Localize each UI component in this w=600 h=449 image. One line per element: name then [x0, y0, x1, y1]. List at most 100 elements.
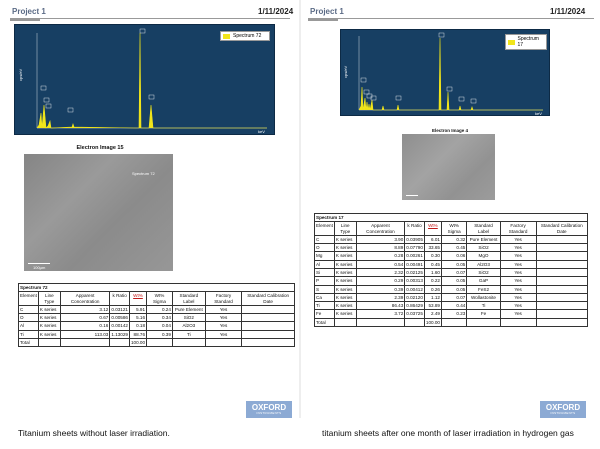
col-header: Apparent Concentration [59, 291, 111, 306]
table-cell: 0.86429 [404, 301, 425, 311]
col-header: Standard Label [171, 291, 206, 306]
table-cell: K series [333, 243, 357, 253]
table-cell: K series [37, 313, 61, 323]
spectrum-table: Spectrum 17 Element Line Type Apparent C… [314, 212, 589, 327]
table-cell: 0.03725 [404, 309, 425, 319]
table-cell: Yes [499, 276, 537, 286]
table-cell: K series [37, 321, 61, 331]
table-cell: 0.05 [440, 284, 468, 294]
table-cell: 2.32 [355, 267, 406, 278]
legend-label: Spectrum 72 [233, 33, 262, 39]
table-cell: Yes [499, 301, 537, 311]
table-cell: K series [333, 259, 357, 269]
table-cell: 0.00261 [404, 251, 425, 261]
electron-image: Spectrum 72 100µm [24, 154, 173, 271]
table-cell: 0.05 [440, 276, 468, 286]
table-cell [535, 234, 589, 245]
table-cell: 6.01 [423, 234, 442, 245]
table-cell [535, 259, 589, 269]
table-cell: 0.07 [440, 292, 468, 303]
col-header: Apparent Concentration [355, 221, 406, 236]
table-cell: 0.16 [59, 321, 111, 331]
table-row: Mg K series 0.28 0.00261 0.30 0.06 MgO Yes [314, 251, 589, 261]
table-cell [535, 267, 589, 278]
table-cell: 8.89 [355, 243, 406, 253]
col-header: Wt% Sigma [440, 221, 468, 236]
table-cell: MgO [466, 251, 501, 261]
table-cell: K series [333, 284, 357, 294]
col-header: Standard Label [466, 221, 501, 236]
col-header: Factory Standard [204, 291, 243, 306]
table-cell [535, 309, 589, 319]
col-header: Line Type [37, 291, 61, 306]
table-cell: 1.60 [423, 267, 442, 278]
table-cell: 0.24 [146, 304, 173, 315]
table-cell: Ti [18, 329, 39, 339]
table-cell [466, 317, 501, 327]
table-cell: 0.00586 [109, 313, 130, 323]
table-cell [59, 337, 111, 348]
table-cell [535, 301, 589, 311]
table-cell: 0.26 [423, 284, 442, 294]
table-cell: K series [333, 309, 357, 319]
table-row: OK series 8.89 0.07790 33.65 0.45 SiO2 Yes [314, 243, 589, 253]
table-cell [241, 313, 295, 323]
table-cell [535, 292, 589, 303]
table-cell: 88.76 [128, 329, 148, 339]
table-cell: Fe [314, 309, 335, 319]
scale-bar [28, 263, 50, 264]
table-cell: 0.32 [440, 234, 468, 245]
table-cell [535, 251, 589, 261]
table-cell: O [314, 243, 335, 253]
table-row: Al K series 0.54 0.00491 0.45 0.05 Al2O3 Yes [314, 259, 589, 269]
table-cell: 0.44 [440, 301, 468, 311]
table-cell: GaP [466, 276, 501, 286]
table-cell: K series [37, 329, 61, 339]
table-cell [355, 317, 406, 327]
table-cell [146, 337, 173, 348]
table-cell: 0.07 [440, 267, 468, 278]
table-cell: SiO2 [466, 267, 501, 278]
spectrum-legend: Spectrum 17 [505, 34, 547, 50]
table-cell: 0.02125 [404, 267, 425, 278]
col-header: Wt% Sigma [146, 291, 173, 306]
table-cell [499, 317, 537, 327]
table-cell: K series [333, 267, 357, 278]
table-cell: 0.02120 [404, 292, 425, 303]
table-cell: Al [314, 259, 335, 269]
electron-image-title: Electron Image 15 [76, 145, 124, 151]
table-cell: K series [37, 304, 61, 315]
table-cell: Ti [466, 301, 501, 311]
table-cell: 0.18 [128, 321, 148, 331]
table-row: SK series 0.39 0.00412 0.26 0.05 FeS2 Yes [314, 284, 589, 294]
spectrum-table: Spectrum 72 Element Line Type Apparent C… [18, 282, 295, 348]
report-date: 1/11/2024 [550, 7, 586, 16]
y-axis-label: cps/eV [18, 68, 23, 81]
table-cell: K series [333, 292, 357, 303]
table-cell: Si [314, 267, 335, 278]
image-annotation: Spectrum 72 [132, 171, 155, 176]
table-cell: Yes [499, 309, 537, 319]
table-row: Total 100.00 [314, 317, 589, 327]
table-cell: 0.29 [355, 276, 406, 286]
col-header: Standard Calibration Date [241, 291, 295, 306]
table-cell: Fe [466, 309, 501, 319]
table-cell: 53.89 [423, 301, 442, 311]
table-row: CK series 3.90 0.03905 6.01 0.32 Pure Element… [314, 234, 589, 245]
table-cell: 0.45 [440, 243, 468, 253]
table-cell: Yes [204, 329, 243, 339]
table-cell: 0.00142 [109, 321, 130, 331]
left-page: Project 1 1/11/2024 cps/eV keV Spectrum … [0, 0, 298, 418]
table-cell [404, 317, 425, 327]
table-cell: 0.22 [423, 276, 442, 286]
logo-sub: INSTRUMENTS [550, 411, 576, 415]
table-cell: SiO2 [466, 243, 501, 253]
table-cell: Al2O3 [171, 321, 206, 331]
table-cell [535, 317, 589, 327]
table-cell: Wollastonite [466, 292, 501, 303]
table-cell [241, 337, 295, 348]
table-cell: K series [333, 251, 357, 261]
table-cell: 5.16 [128, 313, 148, 323]
table-cell: 0.04 [146, 321, 173, 331]
table-cell [535, 284, 589, 294]
